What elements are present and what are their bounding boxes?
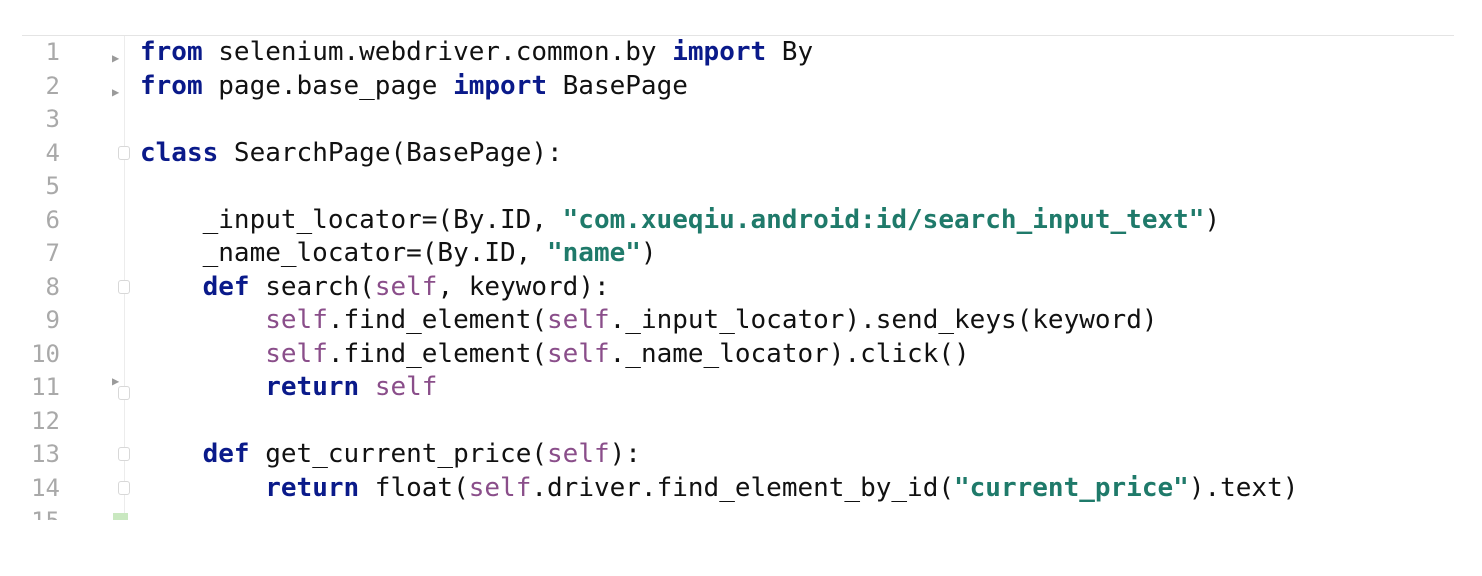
keyword-token: from (140, 70, 203, 101)
code-token: BasePage (547, 70, 688, 101)
code-line[interactable]: 7 _name_locator=(By.ID, "name") (0, 237, 1482, 271)
bookmark-arrow-icon[interactable]: ▶ (112, 52, 119, 64)
code-text[interactable]: from page.base_page import BasePage (140, 70, 688, 104)
keyword-token: return (265, 372, 360, 402)
code-text[interactable]: def get_current_price(self): (140, 438, 641, 472)
line-number[interactable]: 5 (20, 170, 60, 204)
code-token: .driver.find_element_by_id( (531, 472, 954, 503)
code-line[interactable]: 8 def search(self, keyword): (0, 271, 1482, 305)
code-text[interactable]: class SearchPage(BasePage): (140, 137, 563, 171)
string-token: "com.xueqiu.android:id/search_input_text… (562, 204, 1205, 235)
code-token: _input_locator=(By.ID, (140, 204, 563, 235)
code-token: By (766, 37, 814, 67)
fold-icon[interactable] (118, 279, 130, 294)
self-token: self (547, 338, 610, 369)
code-text[interactable]: _name_locator=(By.ID, "name") (140, 237, 657, 271)
code-text[interactable]: self.find_element(self._name_locator).cl… (140, 338, 970, 372)
keyword-token: def (202, 439, 250, 469)
fold-icon[interactable] (118, 145, 130, 160)
caret-line-icon (113, 513, 128, 520)
code-token: SearchPage(BasePage): (218, 137, 563, 168)
self-token: self (374, 271, 438, 302)
line-number[interactable]: 15 (20, 505, 60, 520)
self-token: self (547, 439, 610, 469)
keyword-token: class (140, 137, 219, 168)
code-token: ): (609, 439, 641, 469)
fold-icon[interactable] (118, 480, 130, 495)
code-token: ) (1204, 204, 1221, 235)
line-number[interactable]: 11 (20, 371, 60, 405)
self-token: self (468, 472, 532, 503)
code-text[interactable]: self.find_element(self._input_locator).s… (140, 304, 1158, 338)
line-number[interactable]: 13 (20, 438, 60, 472)
code-token: page.base_page (202, 70, 454, 101)
code-line[interactable]: 9 self.find_element(self._input_locator)… (0, 304, 1482, 338)
code-token: get_current_price( (249, 439, 548, 469)
string-token: "current_price" (954, 472, 1189, 503)
code-token: ).text) (1188, 472, 1299, 503)
self-token: self (547, 305, 610, 335)
code-line[interactable]: 2 ▶ from page.base_page import BasePage (0, 70, 1482, 104)
code-token: search( (249, 271, 375, 302)
code-text[interactable]: return float(self.driver.find_element_by… (140, 472, 1298, 506)
code-token: ._name_locator).click() (609, 338, 970, 369)
line-number[interactable]: 14 (20, 472, 60, 506)
self-token: self (265, 305, 328, 335)
keyword-token: return (265, 472, 360, 503)
line-number[interactable]: 6 (20, 204, 60, 238)
keyword-token: import (672, 37, 767, 67)
code-text[interactable]: def search(self, keyword): (140, 271, 610, 305)
code-text[interactable]: _input_locator=(By.ID, "com.xueqiu.andro… (140, 204, 1220, 238)
code-line[interactable]: 11 ▶ return self (0, 371, 1482, 405)
self-token: self (265, 338, 328, 369)
code-line[interactable]: 15 (0, 505, 1482, 520)
bookmark-arrow-icon[interactable]: ▶ (112, 375, 119, 387)
line-number[interactable]: 8 (20, 271, 60, 305)
code-text[interactable]: from selenium.webdriver.common.by import… (140, 36, 813, 70)
code-token: .find_element( (327, 338, 548, 369)
keyword-token: from (140, 37, 203, 67)
line-number[interactable]: 3 (20, 103, 60, 137)
self-token: self (374, 372, 438, 402)
string-token: "name" (547, 238, 641, 268)
line-number[interactable]: 9 (20, 304, 60, 338)
bookmark-arrow-icon[interactable]: ▶ (112, 86, 119, 98)
code-token: float( (359, 472, 469, 503)
line-number[interactable]: 10 (20, 338, 60, 372)
line-number[interactable]: 12 (20, 405, 60, 439)
fold-icon[interactable] (118, 447, 130, 461)
keyword-token: def (202, 271, 250, 302)
line-number[interactable]: 1 (20, 36, 60, 70)
code-line[interactable]: 12 (0, 405, 1482, 439)
code-line[interactable]: 10 self.find_element(self._name_locator)… (0, 338, 1482, 372)
line-number[interactable]: 2 (20, 70, 60, 104)
code-line[interactable]: 3 (0, 103, 1482, 137)
code-line[interactable]: 14 return float(self.driver.find_element… (0, 472, 1482, 506)
code-token: , keyword): (437, 271, 610, 302)
code-token: selenium.webdriver.common.by (202, 37, 673, 67)
keyword-token: import (453, 70, 547, 101)
code-token: ._input_locator).send_keys(keyword) (609, 305, 1158, 335)
code-line[interactable]: 13 def get_current_price(self): (0, 438, 1482, 472)
line-number[interactable]: 7 (20, 237, 60, 271)
line-number[interactable]: 4 (20, 137, 60, 171)
fold-icon[interactable] (118, 386, 130, 400)
code-line[interactable]: 5 (0, 170, 1482, 204)
code-line[interactable]: 6 _input_locator=(By.ID, "com.xueqiu.and… (0, 204, 1482, 238)
code-line[interactable]: 1 ▶ from selenium.webdriver.common.by impo… (0, 36, 1482, 70)
code-text[interactable]: return self (140, 371, 437, 405)
code-token: _name_locator=(By.ID, (140, 238, 547, 268)
code-token: .find_element( (327, 305, 548, 335)
code-token: ) (640, 238, 657, 268)
code-editor[interactable]: 1 ▶ from selenium.webdriver.common.by impo… (0, 36, 1482, 520)
code-line[interactable]: 4 class SearchPage(BasePage): (0, 137, 1482, 171)
